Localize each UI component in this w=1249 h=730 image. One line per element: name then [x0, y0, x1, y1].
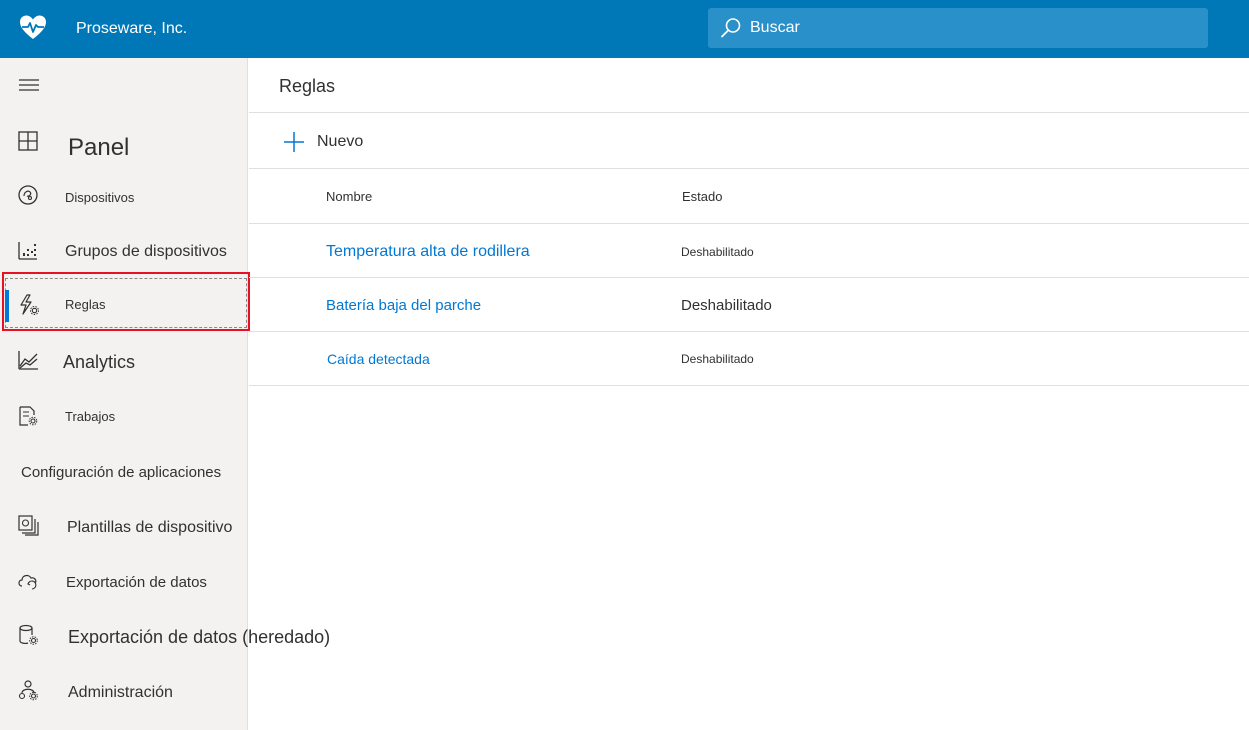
table-row[interactable]: Caída detectada Deshabilitado [249, 332, 1249, 386]
search-box[interactable] [708, 8, 1208, 48]
sidebar-item-analytics[interactable]: Analytics [0, 334, 248, 388]
column-header-name[interactable]: Nombre [326, 189, 372, 204]
sidebar-item-panel[interactable]: Panel [0, 116, 248, 170]
focus-ring [5, 278, 247, 328]
jobs-icon [19, 406, 38, 426]
sidebar-item-label: Dispositivos [65, 190, 135, 205]
sidebar-item-label: Grupos de dispositivos [65, 243, 227, 260]
device-templates-icon [18, 515, 39, 536]
main-content: Reglas Nuevo Nombre Estado Temperatura a… [249, 58, 1249, 730]
divider [249, 112, 1249, 113]
rule-name-link[interactable]: Caída detectada [327, 351, 430, 367]
table-row[interactable]: Temperatura alta de rodillera Deshabilit… [249, 224, 1249, 278]
sidebar-item-label: Panel [68, 134, 130, 161]
sidebar-item-label: Analytics [63, 352, 136, 372]
devices-icon [18, 185, 38, 205]
sidebar-item-jobs[interactable]: Trabajos [0, 389, 248, 443]
section-header-app-config: Configuración de aplicaciones [21, 464, 222, 481]
active-indicator [5, 290, 9, 322]
sidebar-item-rules[interactable]: Reglas [2, 272, 250, 331]
sidebar-item-label: Administración [68, 684, 173, 701]
sidebar-item-label: Trabajos [65, 409, 116, 424]
plus-icon [284, 132, 304, 152]
dashboard-icon [18, 131, 38, 151]
rule-state: Deshabilitado [681, 245, 754, 259]
table-row[interactable]: Batería baja del parche Deshabilitado [249, 278, 1249, 332]
divider [249, 168, 1249, 169]
sidebar: Panel Dispositivos Grupos de dispositivo… [0, 58, 330, 730]
sidebar-item-device-templates[interactable]: Plantillas de dispositivo [0, 500, 248, 554]
data-export-icon [18, 574, 37, 590]
rule-name-link[interactable]: Batería baja del parche [326, 297, 481, 314]
data-export-legacy-icon [19, 624, 38, 645]
sidebar-item-label: Exportación de datos [66, 574, 207, 591]
heart-pulse-icon[interactable] [19, 14, 47, 42]
page-title: Reglas [279, 76, 336, 96]
sidebar-item-device-groups[interactable]: Grupos de dispositivos [0, 224, 248, 278]
administration-icon [18, 680, 38, 701]
device-groups-icon [18, 242, 37, 260]
search-icon [721, 18, 741, 38]
sidebar-item-data-export[interactable]: Exportación de datos [0, 555, 248, 609]
sidebar-item-data-export-legacy[interactable]: Exportación de datos (heredado) [0, 610, 330, 664]
sidebar-item-administration[interactable]: Administración [0, 665, 248, 719]
analytics-icon [18, 351, 38, 370]
rule-state: Deshabilitado [681, 352, 754, 366]
company-name: Proseware, Inc. [76, 20, 188, 37]
sidebar-item-label: Plantillas de dispositivo [67, 519, 233, 536]
hamburger-menu-icon[interactable] [18, 78, 40, 92]
top-bar: Proseware, Inc. [0, 0, 1249, 58]
rules-icon [20, 294, 39, 315]
column-header-state[interactable]: Estado [682, 189, 722, 204]
new-rule-label: Nuevo [317, 133, 364, 150]
rule-name-link[interactable]: Temperatura alta de rodillera [326, 243, 530, 261]
sidebar-item-label: Reglas [65, 297, 106, 312]
search-input[interactable] [750, 8, 1190, 48]
sidebar-item-devices[interactable]: Dispositivos [0, 170, 248, 224]
rule-state: Deshabilitado [681, 297, 772, 314]
